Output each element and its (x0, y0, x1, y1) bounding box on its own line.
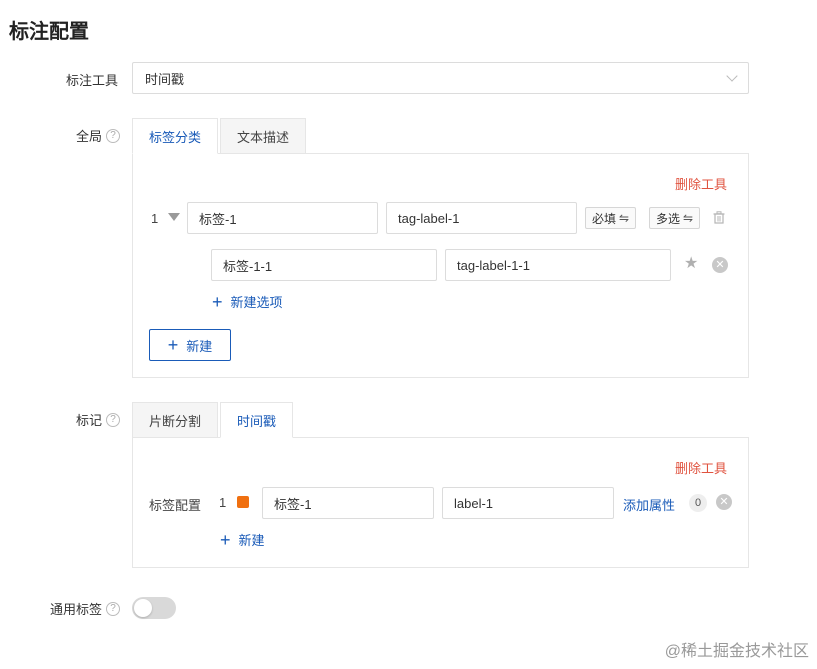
swap-icon: ⇋ (619, 211, 630, 225)
watermark: @稀土掘金技术社区 (664, 643, 809, 660)
general-label-wrap: 通用标签 ? (0, 599, 120, 618)
tab-text-description[interactable]: 文本描述 (220, 118, 307, 154)
new-button-label: 新建 (186, 338, 213, 354)
tab-timestamp[interactable]: 时间戳 (220, 402, 294, 438)
chevron-down-icon (726, 70, 738, 82)
plus-icon: + (220, 529, 231, 550)
close-circle-icon[interactable]: ✕ (712, 257, 728, 273)
swap-icon: ⇋ (683, 211, 694, 225)
mark-name-input[interactable]: 标签-1 (262, 487, 434, 519)
new-button[interactable]: + 新建 (149, 329, 231, 361)
multi-select-button[interactable]: 多选 ⇋ (649, 207, 701, 229)
global-tabs: 标签分类 文本描述 (132, 118, 308, 154)
tool-row-label-wrap: 标注工具 (0, 70, 120, 89)
general-toggle[interactable] (132, 597, 176, 619)
mark-new-link[interactable]: + 新建 (220, 530, 265, 549)
question-circle-icon[interactable]: ? (106, 601, 120, 616)
multi-select-button-label: 多选 (656, 211, 681, 226)
question-circle-icon[interactable]: ? (106, 412, 120, 427)
new-option-link[interactable]: + 新建选项 (212, 292, 283, 311)
mark-label-wrap: 标记 ? (0, 410, 120, 429)
tag-config-label: 标签配置 (149, 498, 202, 513)
required-button[interactable]: 必填 ⇋ (585, 207, 637, 229)
tab-tag-category[interactable]: 标签分类 (132, 118, 219, 154)
global-label: 全局 (75, 129, 102, 144)
attribute-count-badge: 0 (689, 494, 707, 512)
plus-icon: + (167, 335, 179, 355)
page-title: 标注配置 (9, 21, 89, 43)
question-circle-icon[interactable]: ? (106, 128, 120, 143)
mark-index: 1 (219, 495, 227, 510)
item-index: 1 (151, 211, 159, 226)
color-swatch[interactable] (237, 496, 249, 508)
star-icon[interactable]: ★ (684, 256, 698, 272)
trash-icon[interactable] (713, 211, 725, 224)
tool-select-value: 时间戳 (145, 71, 185, 87)
toggle-knob (134, 599, 152, 617)
mark-new-label: 新建 (238, 533, 265, 548)
general-label: 通用标签 (49, 602, 102, 617)
option-name-input[interactable]: 标签-1-1 (211, 249, 437, 281)
close-circle-icon[interactable]: ✕ (716, 494, 732, 510)
tool-row-label: 标注工具 (65, 73, 118, 88)
new-option-label: 新建选项 (230, 295, 283, 310)
mark-value-input[interactable]: label-1 (442, 487, 614, 519)
delete-tool-link[interactable]: 删除工具 (675, 174, 727, 193)
mark-tabs: 片断分割 时间戳 (132, 402, 295, 438)
tag-name-input[interactable]: 标签-1 (187, 202, 378, 234)
tag-value-input[interactable]: tag-label-1 (386, 202, 577, 234)
mark-label: 标记 (75, 413, 102, 428)
global-label-wrap: 全局 ? (0, 126, 120, 145)
delete-tool-link[interactable]: 删除工具 (675, 458, 727, 477)
option-value-input[interactable]: tag-label-1-1 (445, 249, 671, 281)
add-attribute-link[interactable]: 添加属性 (623, 495, 675, 514)
tab-segment-split[interactable]: 片断分割 (132, 402, 219, 438)
required-button-label: 必填 (592, 211, 617, 226)
tool-select[interactable]: 时间戳 (132, 62, 749, 94)
plus-icon: + (212, 291, 223, 312)
caret-down-icon[interactable] (168, 213, 180, 221)
